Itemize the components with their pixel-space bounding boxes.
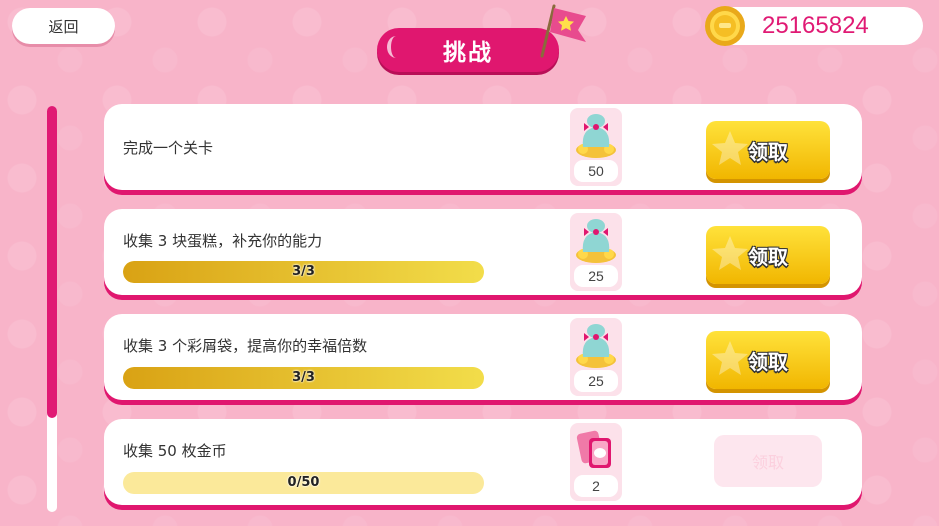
claim-button-label: 领取	[748, 349, 788, 374]
progress-text: 3/3	[292, 370, 315, 385]
reward-box: 25	[570, 213, 622, 291]
progress-bar: 0/50	[123, 472, 484, 494]
task-card: 收集 3 个彩屑袋，提高你的幸福倍数 3/3 25 领取	[104, 314, 862, 400]
claim-button-label: 领取	[748, 244, 788, 269]
gift-bag-icon	[576, 324, 616, 368]
gift-bag-icon	[576, 219, 616, 263]
star-icon	[712, 341, 748, 375]
reward-count: 50	[574, 160, 618, 182]
coin-value: 25165824	[762, 12, 869, 39]
claim-button-label: 领取	[751, 453, 784, 472]
progress-bar: 3/3	[123, 261, 484, 283]
star-icon	[712, 131, 748, 165]
reward-box: 2	[570, 423, 622, 501]
flag-icon	[540, 4, 586, 58]
task-label: 完成一个关卡	[123, 139, 214, 157]
task-label: 收集 3 块蛋糕，补充你的能力	[123, 232, 323, 250]
reward-box: 50	[570, 108, 622, 186]
progress-text: 0/50	[287, 475, 320, 490]
reward-box: 25	[570, 318, 622, 396]
reward-count: 2	[574, 475, 618, 497]
reward-count: 25	[574, 370, 618, 392]
claim-button[interactable]: 领取	[714, 435, 822, 487]
title-shine	[387, 36, 405, 58]
page-title: 挑战	[377, 28, 559, 72]
star-icon	[712, 236, 748, 270]
claim-button[interactable]: 领取	[706, 331, 830, 389]
cards-icon	[576, 430, 611, 468]
task-label: 收集 3 个彩屑袋，提高你的幸福倍数	[123, 337, 368, 355]
claim-button[interactable]: 领取	[706, 226, 830, 284]
back-button[interactable]: 返回	[12, 8, 115, 44]
task-card: 完成一个关卡 50 领取	[104, 104, 862, 190]
claim-button-label: 领取	[748, 139, 788, 164]
task-card: 收集 3 块蛋糕，补充你的能力 3/3 25 领取	[104, 209, 862, 295]
reward-count: 25	[574, 265, 618, 287]
gift-bag-icon	[576, 114, 616, 158]
task-card: 收集 50 枚金币 0/50 2 领取	[104, 419, 862, 505]
coin-icon	[705, 6, 745, 46]
progress-text: 3/3	[292, 264, 315, 279]
progress-bar: 3/3	[123, 367, 484, 389]
claim-button[interactable]: 领取	[706, 121, 830, 179]
scrollbar-thumb[interactable]	[47, 106, 57, 418]
task-label: 收集 50 枚金币	[123, 442, 227, 460]
page-title-text: 挑战	[443, 40, 493, 66]
